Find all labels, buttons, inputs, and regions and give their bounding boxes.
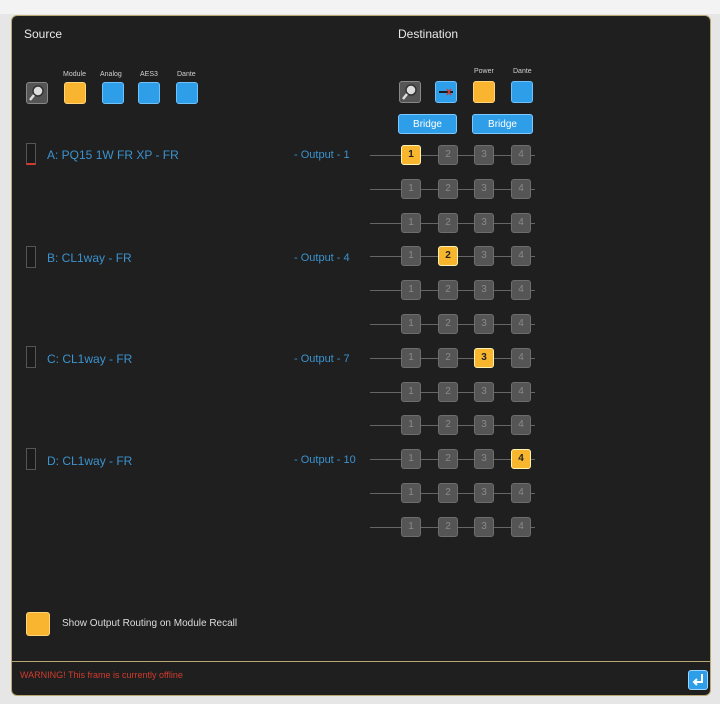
routing-cell[interactable]: 1: [401, 213, 421, 233]
source-slot-b[interactable]: [26, 246, 36, 268]
routing-cell[interactable]: 4: [511, 179, 531, 199]
filter-module-button[interactable]: [64, 82, 86, 104]
routing-cell[interactable]: 4: [511, 280, 531, 300]
routing-cell[interactable]: 3: [474, 415, 494, 435]
filter-module-label: Module: [63, 71, 86, 78]
filter-aes3-button[interactable]: [138, 82, 160, 104]
routing-panel: Source Destination Module Analog AES3 Da…: [11, 15, 711, 696]
magnifier-icon: [402, 84, 417, 100]
routing-cell-active[interactable]: 2: [438, 246, 458, 266]
show-routing-checkbox[interactable]: [26, 612, 50, 636]
offline-warning: WARNING! This frame is currently offline: [20, 670, 183, 680]
routing-cell[interactable]: 3: [474, 145, 494, 165]
routing-cell[interactable]: 1: [401, 517, 421, 537]
bridge-button-1[interactable]: Bridge: [398, 114, 457, 134]
routing-cell[interactable]: 4: [511, 348, 531, 368]
routing-cell[interactable]: 2: [438, 415, 458, 435]
source-name-d[interactable]: D: CL1way - FR: [47, 454, 132, 468]
routing-cell[interactable]: 1: [401, 246, 421, 266]
routing-cell[interactable]: 1: [401, 280, 421, 300]
filter-aes3-label: AES3: [140, 71, 158, 78]
routing-cell[interactable]: 3: [474, 179, 494, 199]
filter-power-label: Power: [474, 68, 494, 75]
routing-cell[interactable]: 2: [438, 314, 458, 334]
filter-analog-label: Analog: [100, 71, 122, 78]
routing-cell[interactable]: 4: [511, 314, 531, 334]
show-routing-label: Show Output Routing on Module Recall: [62, 618, 238, 629]
routing-cell[interactable]: 4: [511, 246, 531, 266]
source-name-a[interactable]: A: PQ15 1W FR XP - FR: [47, 148, 179, 162]
dest-crosslink-button[interactable]: [435, 81, 457, 103]
filter-dest-dante-button[interactable]: [511, 81, 533, 103]
routing-cell[interactable]: 2: [438, 145, 458, 165]
routing-cell-active[interactable]: 3: [474, 348, 494, 368]
routing-cell[interactable]: 2: [438, 280, 458, 300]
source-output-a: - Output - 1: [294, 149, 350, 161]
routing-cell[interactable]: 1: [401, 449, 421, 469]
routing-cell[interactable]: 2: [438, 449, 458, 469]
routing-cell[interactable]: 1: [401, 415, 421, 435]
source-output-d: - Output - 10: [294, 454, 356, 466]
footer-divider: [12, 661, 710, 662]
routing-cell[interactable]: 1: [401, 179, 421, 199]
routing-cell-active[interactable]: 1: [401, 145, 421, 165]
routing-cell[interactable]: 3: [474, 382, 494, 402]
routing-cell[interactable]: 2: [438, 483, 458, 503]
routing-cell[interactable]: 3: [474, 449, 494, 469]
routing-cell[interactable]: 2: [438, 517, 458, 537]
source-search-button[interactable]: [26, 82, 48, 104]
routing-cell[interactable]: 3: [474, 314, 494, 334]
routing-cell[interactable]: 4: [511, 415, 531, 435]
filter-dest-dante-label: Dante: [513, 68, 532, 75]
filter-analog-button[interactable]: [102, 82, 124, 104]
routing-cell[interactable]: 1: [401, 314, 421, 334]
routing-cell[interactable]: 4: [511, 213, 531, 233]
routing-cell[interactable]: 3: [474, 246, 494, 266]
routing-cell[interactable]: 2: [438, 382, 458, 402]
source-slot-c[interactable]: [26, 346, 36, 368]
routing-cell[interactable]: 1: [401, 483, 421, 503]
window-top-strip: [0, 0, 720, 14]
filter-dante-button[interactable]: [176, 82, 198, 104]
source-output-b: - Output - 4: [294, 252, 350, 264]
routing-cell[interactable]: 3: [474, 483, 494, 503]
filter-dante-label: Dante: [177, 71, 196, 78]
filter-power-button[interactable]: [473, 81, 495, 103]
destination-title: Destination: [398, 27, 459, 41]
source-title: Source: [24, 27, 63, 41]
dest-search-button[interactable]: [399, 81, 421, 103]
magnifier-icon: [29, 85, 44, 101]
source-slot-a[interactable]: [26, 143, 36, 165]
routing-cell[interactable]: 3: [474, 213, 494, 233]
routing-cell[interactable]: 3: [474, 280, 494, 300]
enter-icon: [692, 674, 703, 686]
routing-cell[interactable]: 2: [438, 348, 458, 368]
routing-cell[interactable]: 4: [511, 517, 531, 537]
cross-link-icon: [439, 88, 453, 96]
source-name-b[interactable]: B: CL1way - FR: [47, 251, 132, 265]
routing-cell[interactable]: 3: [474, 517, 494, 537]
source-slot-d[interactable]: [26, 448, 36, 470]
routing-cell[interactable]: 2: [438, 213, 458, 233]
routing-cell[interactable]: 4: [511, 483, 531, 503]
routing-cell-active[interactable]: 4: [511, 449, 531, 469]
routing-cell[interactable]: 4: [511, 382, 531, 402]
routing-cell[interactable]: 4: [511, 145, 531, 165]
apply-button[interactable]: [688, 670, 708, 690]
routing-cell[interactable]: 2: [438, 179, 458, 199]
routing-cell[interactable]: 1: [401, 348, 421, 368]
source-name-c[interactable]: C: CL1way - FR: [47, 352, 132, 366]
source-output-c: - Output - 7: [294, 353, 350, 365]
routing-cell[interactable]: 1: [401, 382, 421, 402]
bridge-button-2[interactable]: Bridge: [472, 114, 533, 134]
